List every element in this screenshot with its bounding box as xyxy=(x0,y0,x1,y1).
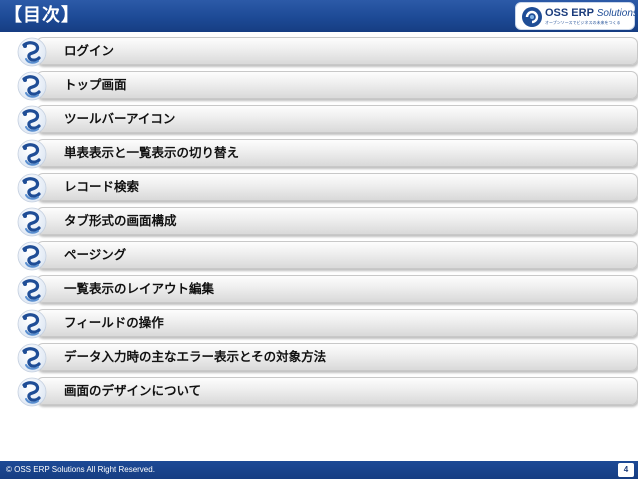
swirl-bullet-icon xyxy=(16,104,48,136)
swirl-bullet-icon xyxy=(16,206,48,238)
page-title: 【目次】 xyxy=(4,5,80,26)
company-logo: OSS ERP Solutions オープンソースでビジネスの未来をつくる xyxy=(515,2,638,30)
swirl-bullet-icon xyxy=(16,308,48,340)
logo-name-sub: Solutions xyxy=(596,8,638,19)
toc-item[interactable]: ログイン xyxy=(16,34,638,68)
toc-item[interactable]: タブ形式の画面構成 xyxy=(16,204,638,238)
toc-item-label: データ入力時の主なエラー表示とその対象方法 xyxy=(64,349,327,364)
toc-item-label: ツールバーアイコン xyxy=(64,111,176,126)
toc-item[interactable]: データ入力時の主なエラー表示とその対象方法 xyxy=(16,340,638,374)
toc-item-label: タブ形式の画面構成 xyxy=(64,213,177,228)
toc-item[interactable]: 画面のデザインについて xyxy=(16,374,638,408)
toc-item-label: トップ画面 xyxy=(64,77,127,92)
toc-item-label: 一覧表示のレイアウト編集 xyxy=(64,281,215,296)
toc-item-bar xyxy=(36,37,638,65)
swirl-bullet-icon xyxy=(16,274,48,306)
logo-text: OSS ERP Solutions xyxy=(545,6,638,20)
toc-item-label: レコード検索 xyxy=(64,179,140,194)
swirl-bullet-icon xyxy=(16,138,48,170)
swirl-bullet-icon xyxy=(16,376,48,408)
swirl-bullet-icon xyxy=(16,240,48,272)
toc-item[interactable]: フィールドの操作 xyxy=(16,306,638,340)
toc-item-bar xyxy=(36,241,638,269)
logo-mark-icon xyxy=(522,7,542,27)
swirl-bullet-icon xyxy=(16,172,48,204)
page-number: 4 xyxy=(618,463,634,477)
toc-item-label: 単表表示と一覧表示の切り替え xyxy=(64,145,240,160)
swirl-bullet-icon xyxy=(16,70,48,102)
toc-item[interactable]: ページング xyxy=(16,238,638,272)
toc-item-label: ページング xyxy=(64,247,127,262)
slide: 【目次】 OSS ERP Solutions オープンソースでビジネスの未来をつ… xyxy=(0,0,638,479)
toc-item[interactable]: トップ画面 xyxy=(16,68,638,102)
toc-item[interactable]: ツールバーアイコン xyxy=(16,102,638,136)
swirl-bullet-icon xyxy=(16,342,48,374)
toc-item[interactable]: 単表表示と一覧表示の切り替え xyxy=(16,136,638,170)
toc-item[interactable]: レコード検索 xyxy=(16,170,638,204)
toc-item-label: 画面のデザインについて xyxy=(64,383,202,398)
copyright-text: © OSS ERP Solutions All Right Reserved. xyxy=(6,465,155,474)
swirl-bullet-icon xyxy=(16,36,48,68)
toc-item[interactable]: 一覧表示のレイアウト編集 xyxy=(16,272,638,306)
logo-tagline: オープンソースでビジネスの未来をつくる xyxy=(545,20,621,25)
footer-bar: © OSS ERP Solutions All Right Reserved. … xyxy=(0,461,638,479)
table-of-contents: ログイントップ画面ツールバーアイコン単表表示と一覧表示の切り替え レコード検索タブ… xyxy=(16,34,638,408)
toc-item-label: ログイン xyxy=(64,43,115,58)
toc-item-label: フィールドの操作 xyxy=(64,315,164,330)
header-bar: 【目次】 OSS ERP Solutions オープンソースでビジネスの未来をつ… xyxy=(0,0,638,32)
logo-name-main: OSS ERP xyxy=(545,7,597,19)
